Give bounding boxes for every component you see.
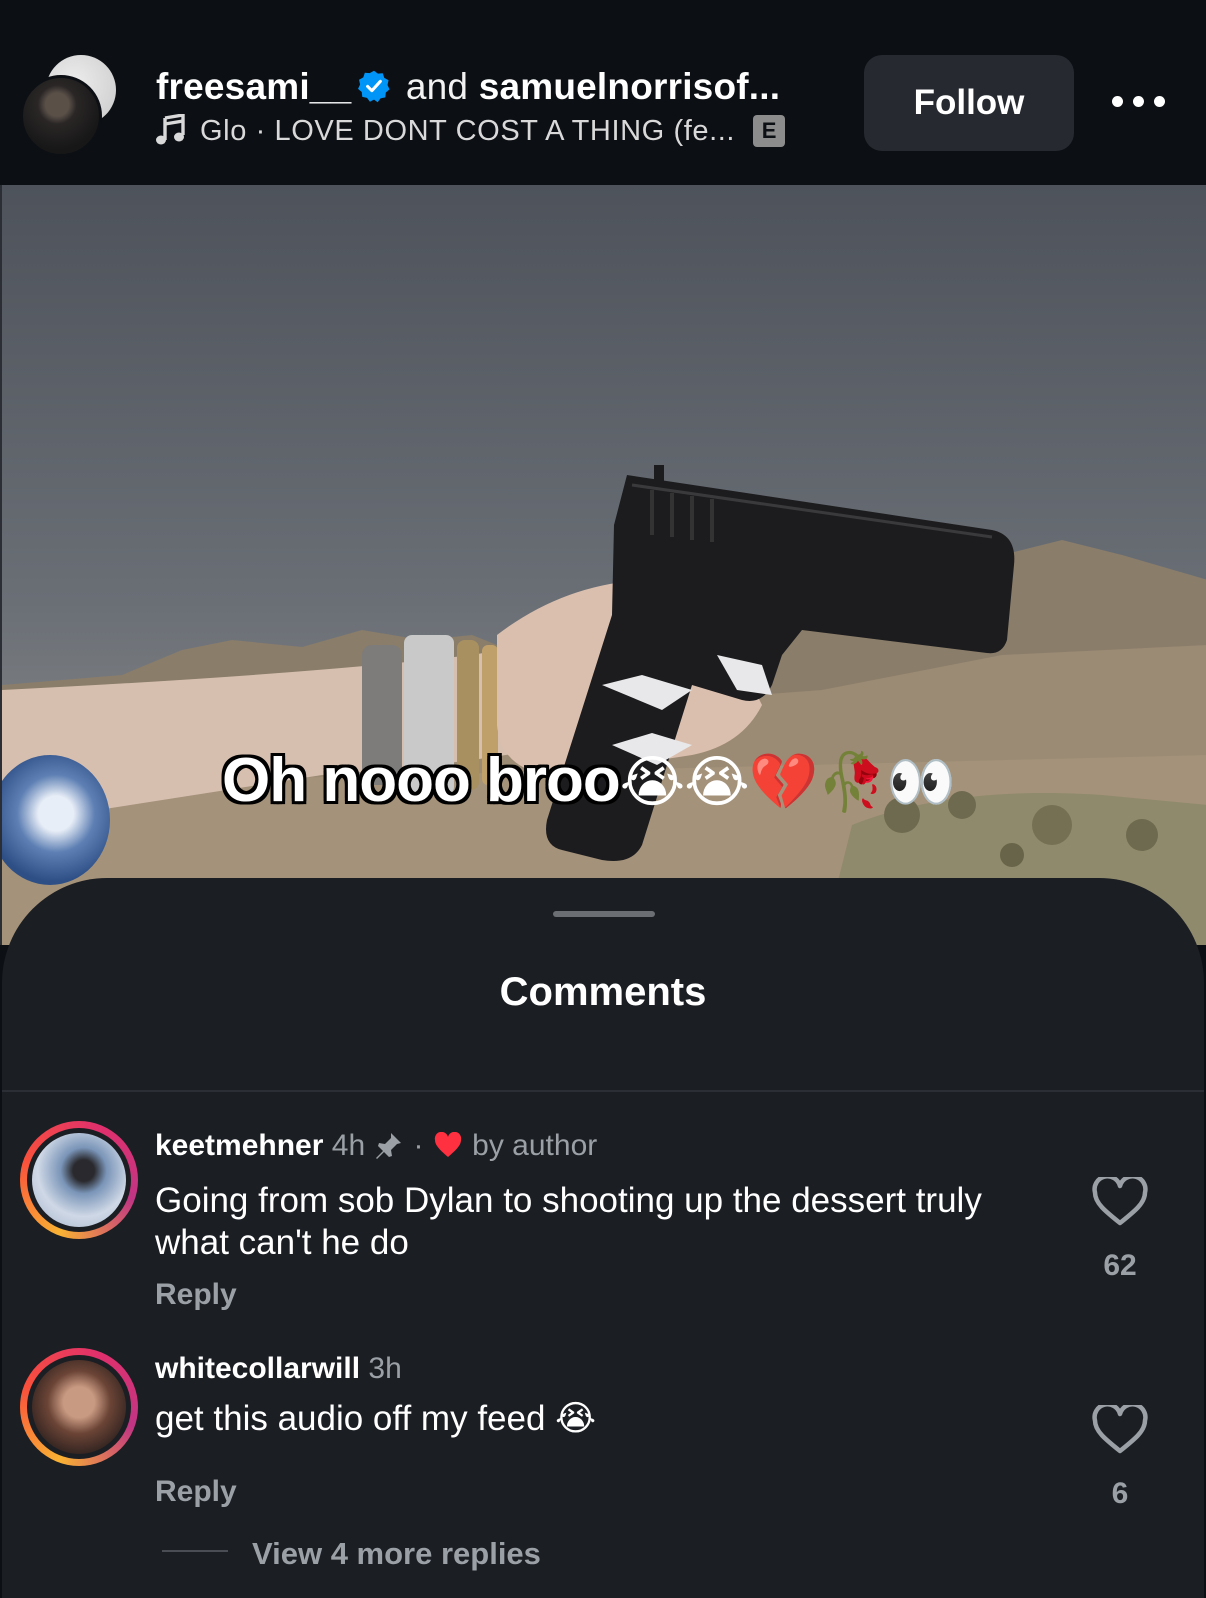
- sheet-grabber-handle[interactable]: [553, 911, 655, 917]
- comment-meta: whitecollarwill 3h: [155, 1352, 402, 1386]
- commenter-avatar[interactable]: [20, 1348, 138, 1466]
- heart-icon[interactable]: [1092, 1402, 1148, 1455]
- comment-username[interactable]: keetmehner: [155, 1129, 323, 1162]
- follow-button[interactable]: Follow: [864, 55, 1074, 151]
- comment-emoji: 😭: [555, 1399, 597, 1439]
- comments-title: Comments: [499, 970, 707, 1014]
- comment-text: Going from sob Dylan to shooting up the …: [155, 1181, 982, 1262]
- view-more-replies-label[interactable]: View 4 more replies: [252, 1536, 541, 1571]
- caption-emoji: 😭😭💔🥀👀: [619, 750, 956, 815]
- more-options-icon[interactable]: [1112, 82, 1168, 122]
- dot-separator: ·: [413, 1129, 432, 1162]
- view-more-replies[interactable]: View 4 more replies: [162, 1536, 541, 1572]
- comment-time: 3h: [368, 1352, 402, 1385]
- video-frame-image: [2, 465, 1206, 945]
- audio-title[interactable]: Glo · LOVE DONT COST A THING (fe...: [200, 115, 735, 147]
- reply-button[interactable]: Reply: [155, 1278, 237, 1312]
- collab-avatars[interactable]: [20, 55, 120, 157]
- reel-video[interactable]: Oh nooo broo😭😭💔🥀👀: [0, 185, 1206, 945]
- owner-username[interactable]: freesami__: [156, 66, 351, 107]
- explicit-badge: E: [753, 115, 786, 147]
- divider: [2, 1090, 1204, 1092]
- account-names: freesami__ and samuelnorrisof...: [156, 66, 780, 108]
- author-heart-icon: [434, 1131, 462, 1158]
- music-note-icon: [156, 112, 186, 146]
- pin-icon: [371, 1129, 405, 1163]
- video-caption: Oh nooo broo😭😭💔🥀👀: [222, 745, 956, 816]
- and-text: and: [405, 66, 469, 107]
- audio-attribution[interactable]: Glo · LOVE DONT COST A THING (fe... E: [156, 112, 786, 148]
- owner-avatar[interactable]: [20, 75, 102, 157]
- caption-text: Oh nooo broo: [222, 746, 621, 815]
- comment-username[interactable]: whitecollarwill: [155, 1352, 360, 1385]
- comment-time: 4h: [331, 1129, 366, 1162]
- thread-line: [162, 1550, 228, 1552]
- commenter-avatar[interactable]: [20, 1121, 138, 1239]
- like-count: 62: [1103, 1249, 1137, 1282]
- collaborator-username[interactable]: samuelnorrisof...: [479, 66, 781, 107]
- verified-badge-icon: [357, 69, 391, 103]
- reel-header: freesami__ and samuelnorrisof... Glo · L…: [0, 0, 1206, 185]
- like-count: 6: [1111, 1477, 1129, 1510]
- liked-by-author: by author: [472, 1129, 598, 1162]
- comment-text-body: get this audio off my feed: [155, 1399, 546, 1438]
- comment-text: get this audio off my feed 😭: [155, 1398, 1035, 1440]
- comment-meta: keetmehner 4h · by author: [155, 1129, 597, 1163]
- reply-button[interactable]: Reply: [155, 1475, 237, 1509]
- heart-icon[interactable]: [1092, 1174, 1148, 1227]
